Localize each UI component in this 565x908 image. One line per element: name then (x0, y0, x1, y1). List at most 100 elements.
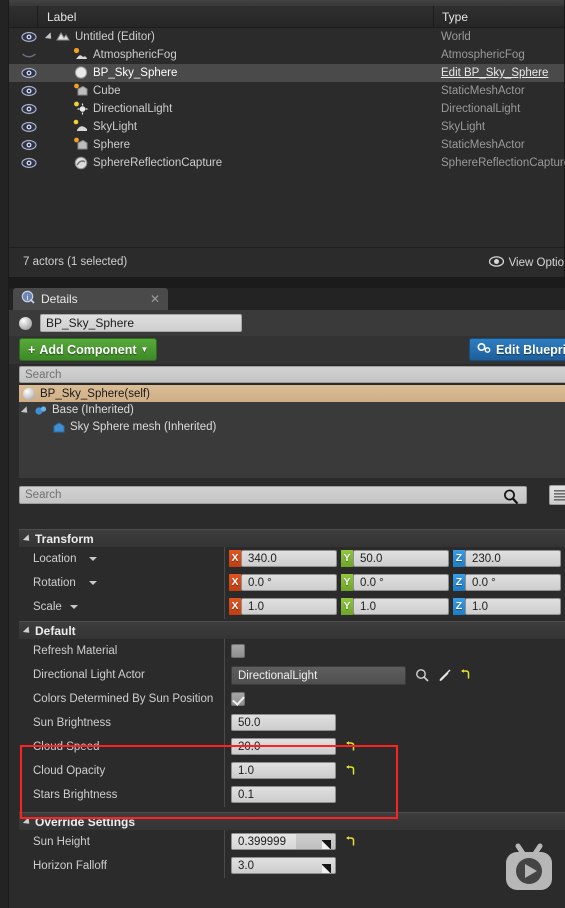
reset-to-default-icon[interactable] (344, 740, 355, 751)
property-value-text: 0.399999 (238, 836, 286, 848)
axis-label-z: Z (453, 550, 465, 567)
property-label: Directional Light Actor (33, 669, 145, 681)
component-tree-label: Sky Sphere mesh (Inherited) (70, 421, 217, 433)
property-checkbox[interactable] (231, 692, 245, 706)
property-column-divider (224, 571, 225, 595)
transform-z-input[interactable]: 1.0 (465, 598, 561, 615)
property-number-input[interactable]: 1.0 (231, 762, 336, 779)
transform-x-input[interactable]: 1.0 (241, 598, 337, 615)
outliner-row[interactable]: Sphere StaticMeshActor (9, 136, 564, 154)
expand-triangle-icon[interactable] (44, 32, 55, 42)
eye-visible-icon[interactable] (21, 67, 37, 79)
spinner-drag-icon[interactable] (321, 862, 332, 874)
tab-details[interactable]: i Details ✕ (13, 288, 168, 310)
property-column-divider (224, 759, 225, 783)
transform-options-caret-icon[interactable] (70, 605, 78, 609)
browse-to-asset-icon[interactable] (415, 668, 429, 687)
expand-triangle-icon[interactable] (20, 406, 31, 416)
property-checkbox[interactable] (231, 644, 245, 658)
transform-row: Scale X 1.0 Y 1.0 Z 1.0 (19, 595, 565, 619)
default-property-row: Cloud Speed 20.0 (19, 735, 565, 759)
category-expand-icon (22, 533, 33, 544)
edit-blueprint-button[interactable]: Edit Blueprin (469, 338, 565, 361)
property-label: Refresh Material (33, 645, 118, 657)
outliner-row[interactable]: BP_Sky_Sphere Edit BP_Sky_Sphere (9, 64, 564, 82)
actor-name-input[interactable]: BP_Sky_Sphere (40, 314, 242, 332)
eye-visible-icon[interactable] (21, 103, 37, 115)
property-display-settings-button[interactable] (549, 485, 565, 505)
transform-z-input[interactable]: 230.0 (465, 550, 561, 567)
outliner-row-list: Untitled (Editor) World AtmosphericFog Atmo… (9, 28, 565, 246)
property-number-input[interactable]: 0.399999 (231, 833, 336, 850)
axis-label-y: Y (341, 598, 353, 615)
transform-y-input[interactable]: 50.0 (353, 550, 449, 567)
details-panel: i Details ✕ BP_Sky_Sphere + Add Componen… (8, 288, 565, 908)
transform-z-input[interactable]: 0.0 ° (465, 574, 561, 591)
transform-options-caret-icon[interactable] (88, 557, 97, 561)
view-options-button[interactable]: View Optio (488, 256, 564, 270)
column-header-label[interactable]: Label (39, 6, 76, 28)
eye-visible-icon[interactable] (21, 85, 37, 97)
eye-visible-icon[interactable] (21, 139, 37, 151)
light-icon (73, 101, 89, 117)
axis-label-y: Y (341, 550, 353, 567)
eyedropper-icon[interactable] (438, 668, 452, 687)
view-options-label: View Optio (508, 257, 564, 269)
component-tree-row[interactable]: Sky Sphere mesh (Inherited) (19, 419, 565, 436)
component-root-self-row[interactable]: BP_Sky_Sphere(self) (19, 385, 565, 402)
info-icon: i (21, 290, 35, 309)
transform-x-input[interactable]: 0.0 ° (241, 574, 337, 591)
transform-category-header[interactable]: Transform (19, 529, 565, 547)
property-search-input[interactable]: Search (19, 486, 527, 504)
search-icon[interactable] (503, 489, 519, 510)
outliner-row[interactable]: AtmosphericFog AtmosphericFog (9, 46, 564, 64)
edit-blueprint-link[interactable]: Edit BP_Sky_Sphere (441, 64, 548, 82)
close-icon[interactable]: ✕ (150, 292, 160, 306)
axis-label-x: X (229, 574, 241, 591)
property-column-divider (224, 663, 225, 687)
outliner-row[interactable]: DirectionalLight DirectionalLight (9, 100, 564, 118)
transform-options-caret-icon[interactable] (88, 581, 97, 585)
column-header-type[interactable]: Type (433, 6, 468, 28)
spinner-drag-icon[interactable] (321, 838, 332, 850)
transform-y-input[interactable]: 0.0 ° (353, 574, 449, 591)
add-component-button[interactable]: + Add Component ▼ (19, 338, 158, 361)
property-column-divider (224, 854, 225, 878)
default-property-row: Stars Brightness 0.1 (19, 783, 565, 807)
eye-visible-icon[interactable] (21, 157, 37, 169)
component-root-label: BP_Sky_Sphere(self) (40, 387, 150, 400)
eye-visible-icon[interactable] (21, 31, 37, 43)
outliner-row-label: SphereReflectionCapture (93, 157, 223, 169)
skylight-icon (73, 119, 89, 135)
component-tree-row[interactable]: Base (Inherited) (19, 402, 565, 419)
outliner-row[interactable]: Cube StaticMeshActor (9, 82, 564, 100)
reset-to-default-icon[interactable] (344, 764, 355, 775)
transform-y-input[interactable]: 1.0 (353, 598, 449, 615)
outliner-row[interactable]: SphereReflectionCapture SphereReflectionC… (9, 154, 565, 172)
reset-to-default-icon[interactable] (459, 668, 470, 679)
property-number-input[interactable]: 0.1 (231, 786, 336, 803)
component-search-input[interactable]: Search (19, 366, 565, 383)
eye-hidden-icon[interactable] (21, 49, 37, 61)
world-icon (55, 29, 71, 45)
outliner-row[interactable]: Untitled (Editor) World (9, 28, 564, 46)
property-number-input[interactable]: 3.0 (231, 857, 336, 874)
eye-visible-icon[interactable] (21, 121, 37, 133)
axis-label-z: Z (453, 574, 465, 591)
property-column-divider (224, 735, 225, 759)
property-number-input[interactable]: 50.0 (231, 714, 336, 731)
details-button-row: + Add Component ▼ Edit Blueprin (9, 336, 565, 364)
fog-icon (73, 47, 89, 63)
property-number-input[interactable]: 20.0 (231, 738, 336, 755)
override-settings-category-header[interactable]: Override Settings (19, 812, 565, 830)
outliner-row[interactable]: SkyLight SkyLight (9, 118, 564, 136)
sphere-icon (73, 65, 89, 81)
transform-x-input[interactable]: 340.0 (241, 550, 337, 567)
edit-blueprint-label: Edit Blueprin (496, 342, 565, 357)
mesh-component-icon (51, 420, 67, 436)
outliner-row-type: StaticMeshActor (441, 85, 525, 97)
reset-to-default-icon[interactable] (344, 835, 355, 846)
actor-picker-combo[interactable]: DirectionalLight (231, 666, 406, 685)
default-category-header[interactable]: Default (19, 621, 565, 639)
outliner-row-type: AtmosphericFog (441, 49, 525, 61)
